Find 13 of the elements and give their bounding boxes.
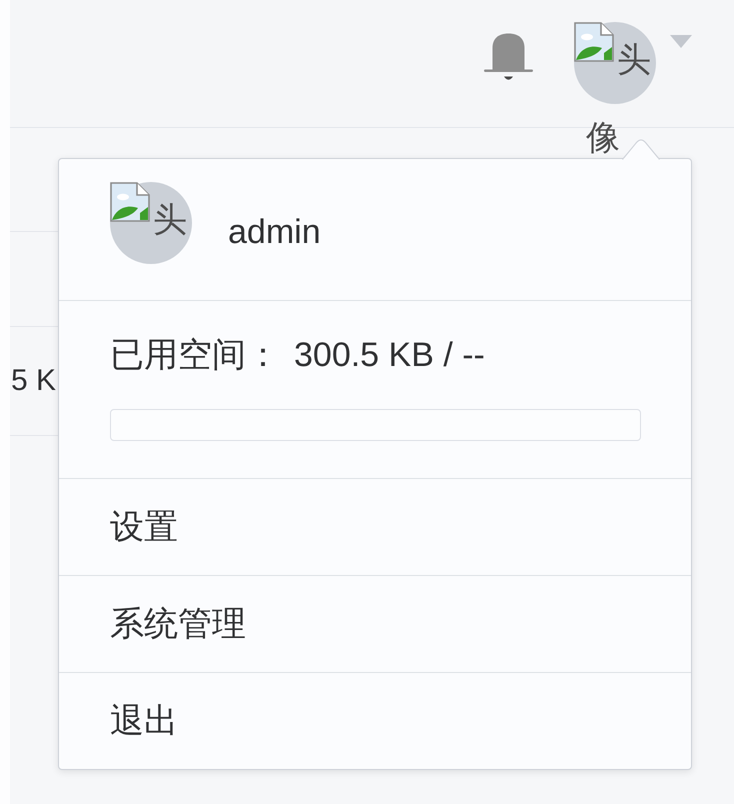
menu-item[interactable]: 退出: [59, 673, 691, 769]
caret-down-icon[interactable]: [670, 35, 692, 48]
storage-value: 300.5 KB / --: [294, 335, 485, 376]
avatar-alt-text: 像: [586, 118, 620, 158]
username-text: admin: [228, 212, 321, 252]
broken-image-icon: [110, 182, 150, 222]
storage-label: 已用空间：: [110, 335, 280, 376]
avatar-alt-text: 头: [153, 200, 187, 240]
avatar-alt-text: 头: [617, 40, 651, 80]
broken-image-icon: [574, 22, 614, 62]
menu-item[interactable]: 设置: [59, 479, 691, 576]
menu-item[interactable]: 系统管理: [59, 576, 691, 673]
table-cell: 5 K: [10, 363, 56, 399]
